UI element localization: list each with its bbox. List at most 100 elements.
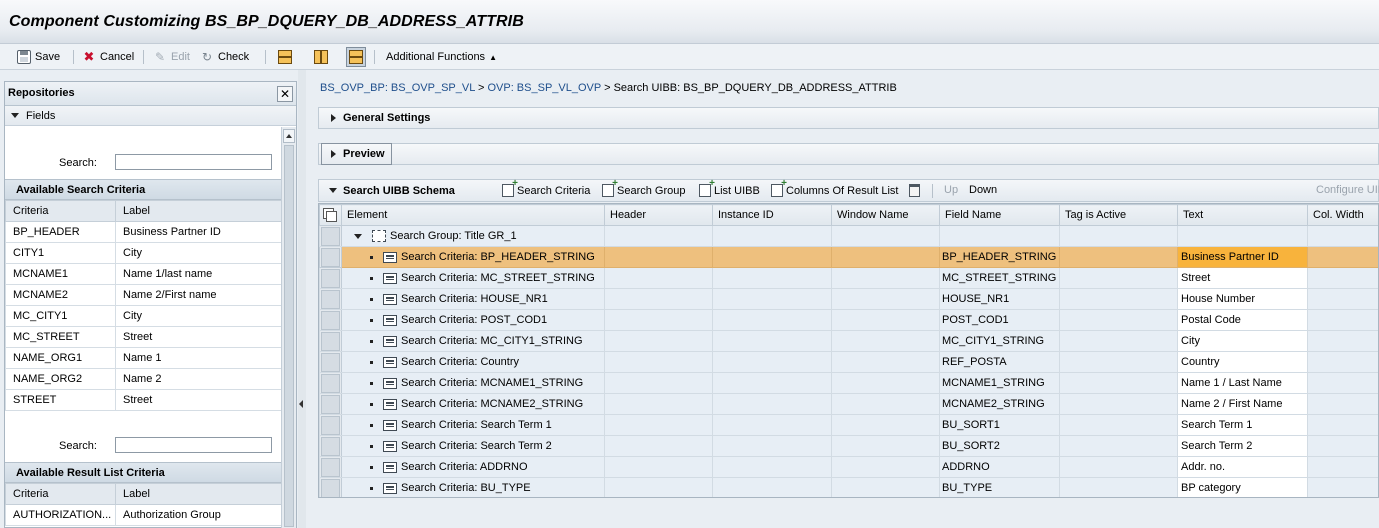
- list-item[interactable]: STREET Street: [5, 389, 282, 411]
- edit-button[interactable]: ✎ Edit: [153, 48, 190, 66]
- move-up-button[interactable]: Up: [944, 184, 958, 196]
- column-header[interactable]: Instance ID: [712, 204, 832, 226]
- row-selector[interactable]: [319, 393, 342, 415]
- column-header[interactable]: Col. Width: [1307, 204, 1378, 226]
- move-down-button[interactable]: Down: [969, 184, 997, 196]
- column-header-label[interactable]: Label: [115, 483, 282, 505]
- breadcrumb-link-overview-page[interactable]: BS_OVP_BP: BS_OVP_SP_VL: [320, 82, 475, 94]
- add-search-group-button[interactable]: Search Group: [602, 178, 685, 197]
- row-selector[interactable]: [319, 351, 342, 373]
- pencil-icon: ✎: [154, 50, 166, 64]
- table-row[interactable]: Search Criteria: Search Term 1 BU_SORT1 Se…: [319, 414, 1378, 436]
- collapse-icon[interactable]: [329, 188, 337, 193]
- table-row[interactable]: Search Criteria: MC_CITY1_STRING MC_CITY1…: [319, 330, 1378, 352]
- row-selector[interactable]: [319, 456, 342, 478]
- general-settings-panel[interactable]: General Settings: [318, 107, 1379, 129]
- group-row[interactable]: Search Group: Title GR_1: [319, 225, 1378, 247]
- empty-cell: [604, 288, 713, 310]
- fields-tray[interactable]: Fields: [5, 106, 296, 126]
- row-selector[interactable]: [319, 372, 342, 394]
- row-selector[interactable]: [319, 288, 342, 310]
- column-header[interactable]: Field Name: [939, 204, 1060, 226]
- table-row[interactable]: Search Criteria: Search Term 2 BU_SORT2 Se…: [319, 435, 1378, 457]
- row-selector[interactable]: [319, 246, 342, 268]
- bullet-icon: [370, 465, 373, 469]
- column-header-criteria[interactable]: Criteria: [5, 483, 116, 505]
- row-selector[interactable]: [319, 309, 342, 331]
- column-header[interactable]: Tag is Active: [1059, 204, 1178, 226]
- empty-cell: [1307, 309, 1378, 331]
- check-button[interactable]: ↻ Check: [200, 48, 249, 66]
- table-row[interactable]: Search Criteria: MCNAME2_STRING MCNAME2_S…: [319, 393, 1378, 415]
- label-cell: Business Partner ID: [115, 221, 282, 243]
- row-selector[interactable]: [319, 477, 342, 497]
- search-criteria-icon: [383, 272, 397, 284]
- add-list-icon: [699, 178, 715, 197]
- row-selector[interactable]: [319, 330, 342, 352]
- table-row[interactable]: Search Criteria: MCNAME1_STRING MCNAME1_S…: [319, 372, 1378, 394]
- layout-vertical-button[interactable]: [311, 47, 331, 67]
- table-row[interactable]: Search Criteria: BP_HEADER_STRING BP_HEAD…: [319, 246, 1378, 268]
- list-item[interactable]: NAME_ORG1 Name 1: [5, 347, 282, 369]
- collapse-left-icon[interactable]: [299, 396, 305, 412]
- add-search-criteria-button[interactable]: Search Criteria: [502, 178, 590, 197]
- scroll-thumb[interactable]: [284, 145, 294, 527]
- row-selector[interactable]: [319, 267, 342, 289]
- layout-horizontal-button[interactable]: [275, 47, 295, 67]
- breadcrumb-current: Search UIBB: BS_BP_DQUERY_DB_ADDRESS_ATT…: [613, 82, 897, 94]
- list-item[interactable]: MC_STREET Street: [5, 326, 282, 348]
- refresh-icon: ↻: [201, 50, 213, 64]
- column-header-label[interactable]: Label: [115, 200, 282, 222]
- preview-panel[interactable]: Preview: [318, 143, 1379, 165]
- result-search-input[interactable]: [115, 437, 272, 453]
- table-row[interactable]: Search Criteria: BU_TYPE BU_TYPE BP catego…: [319, 477, 1378, 497]
- add-list-uibb-button[interactable]: List UIBB: [699, 178, 760, 197]
- empty-cell: [604, 351, 713, 373]
- criteria-search-input[interactable]: [115, 154, 272, 170]
- table-row[interactable]: Search Criteria: POST_COD1 POST_COD1 Posta…: [319, 309, 1378, 331]
- additional-functions-menu[interactable]: Additional Functions ▲: [386, 48, 497, 66]
- row-selector[interactable]: [319, 414, 342, 436]
- row-selector[interactable]: [319, 225, 342, 247]
- element-label: Search Criteria: Country: [401, 356, 519, 368]
- breadcrumb-link-ovp[interactable]: OVP: BS_SP_VL_OVP: [487, 82, 601, 94]
- empty-cell: [1059, 435, 1178, 457]
- empty-cell: [712, 372, 832, 394]
- table-row[interactable]: Search Criteria: MC_STREET_STRING MC_STRE…: [319, 267, 1378, 289]
- repositories-scrollbar[interactable]: [281, 127, 296, 528]
- select-all-cell[interactable]: [319, 204, 342, 226]
- table-row[interactable]: Search Criteria: Country REF_POSTA Country: [319, 351, 1378, 373]
- bullet-icon: [370, 360, 373, 364]
- cancel-button[interactable]: ✖ Cancel: [82, 48, 135, 66]
- column-header[interactable]: Window Name: [831, 204, 940, 226]
- list-item[interactable]: NAME_ORG2 Name 2: [5, 368, 282, 390]
- layout-single-button[interactable]: [346, 47, 366, 67]
- scroll-up-icon[interactable]: [283, 129, 295, 143]
- list-item[interactable]: BP_HEADER Business Partner ID: [5, 221, 282, 243]
- delete-button[interactable]: [909, 184, 920, 197]
- empty-cell: [1059, 372, 1178, 394]
- list-item[interactable]: MCNAME2 Name 2/First name: [5, 284, 282, 306]
- table-row[interactable]: Search Criteria: ADDRNO ADDRNO Addr. no.: [319, 456, 1378, 478]
- list-item[interactable]: MCNAME1 Name 1/last name: [5, 263, 282, 285]
- panel-splitter[interactable]: [298, 70, 306, 528]
- table-row[interactable]: Search Criteria: HOUSE_NR1 HOUSE_NR1 House…: [319, 288, 1378, 310]
- row-selector[interactable]: [319, 435, 342, 457]
- column-header[interactable]: Element: [341, 204, 605, 226]
- collapse-group-icon[interactable]: [354, 233, 362, 239]
- criteria-search: Search:: [5, 152, 281, 174]
- column-header-criteria[interactable]: Criteria: [5, 200, 116, 222]
- element-label: Search Criteria: POST_COD1: [401, 314, 548, 326]
- list-item[interactable]: MC_CITY1 City: [5, 305, 282, 327]
- save-button[interactable]: Save: [17, 48, 60, 66]
- column-header[interactable]: Header: [604, 204, 713, 226]
- column-header[interactable]: Text: [1177, 204, 1308, 226]
- list-item[interactable]: CITY1 City: [5, 242, 282, 264]
- close-icon[interactable]: ✕: [277, 86, 293, 102]
- element-cell: Search Criteria: MCNAME1_STRING: [341, 372, 605, 394]
- configure-uibb-button[interactable]: Configure UIBB: [1316, 184, 1379, 196]
- field-name-cell: BU_SORT1: [939, 414, 1060, 436]
- add-columns-button[interactable]: Columns Of Result List: [771, 178, 898, 197]
- list-item[interactable]: AUTHORIZATION... Authorization Group: [5, 504, 282, 526]
- empty-cell: [1059, 288, 1178, 310]
